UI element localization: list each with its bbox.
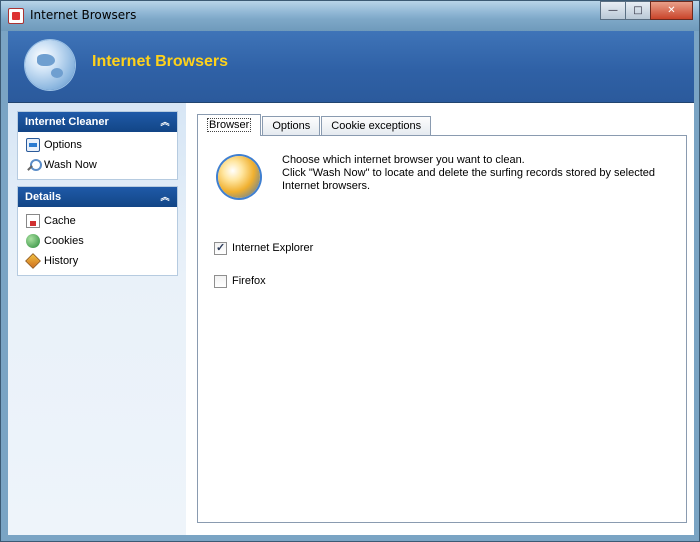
tab-options[interactable]: Options [262, 116, 321, 136]
collapse-icon[interactable]: ︽ [158, 115, 172, 129]
browser-globe-icon [218, 156, 260, 198]
checkbox-row-firefox[interactable]: Firefox [214, 273, 266, 289]
app-icon[interactable] [8, 8, 24, 24]
group-details: Details ︽ Cache Cookies History [17, 186, 178, 276]
group-header-label: Internet Cleaner [25, 116, 109, 128]
group-header-internet-cleaner[interactable]: Internet Cleaner ︽ [18, 112, 177, 132]
sidebar-item-cache[interactable]: Cache [18, 211, 177, 231]
group-internet-cleaner: Internet Cleaner ︽ Options Wash Now [17, 111, 178, 180]
description-line: Choose which internet browser you want t… [282, 154, 525, 166]
window-title: Internet Browsers [30, 8, 137, 22]
tab-browser[interactable]: Browser [197, 114, 262, 136]
app-window: Internet Browsers — □ ✕ Internet Browser… [0, 0, 700, 542]
banner-title: Internet Browsers [92, 53, 229, 70]
sidebar-item-options[interactable]: Options [18, 135, 177, 155]
window-controls: — □ ✕ [600, 1, 693, 20]
sidebar-item-cookies[interactable]: Cookies [18, 231, 177, 251]
sidebar-item-label: Wash Now [44, 159, 97, 171]
tab-label: Cookie exceptions [331, 120, 422, 132]
browser-tab-panel: Choose which internet browser you want t… [197, 135, 687, 523]
checkbox-label: Internet Explorer [232, 242, 314, 254]
globe-icon [25, 40, 75, 90]
description-line: Click "Wash Now" to locate and delete th… [282, 167, 656, 192]
options-icon [26, 138, 40, 152]
cookies-icon [26, 234, 40, 248]
magnifier-icon [26, 158, 42, 172]
group-header-label: Details [25, 191, 62, 203]
maximize-button[interactable]: □ [625, 1, 651, 20]
tab-label: Options [272, 120, 311, 132]
internet-explorer-checkbox[interactable] [214, 241, 227, 255]
tab-label: Browser [207, 118, 252, 132]
checkbox-row-internet-explorer[interactable]: Internet Explorer [214, 240, 313, 256]
checkbox-label: Firefox [232, 275, 266, 287]
main-content: Browser Options Cookie exceptions Choose… [186, 103, 694, 535]
sidebar: Internet Cleaner ︽ Options Wash Now Deta… [8, 103, 186, 535]
tab-cookie-exceptions[interactable]: Cookie exceptions [321, 116, 432, 136]
history-icon [25, 253, 41, 269]
group-header-details[interactable]: Details ︽ [18, 187, 177, 207]
cache-icon [26, 214, 40, 228]
sidebar-item-label: Cache [44, 215, 76, 227]
minimize-button[interactable]: — [600, 1, 626, 20]
collapse-icon[interactable]: ︽ [158, 190, 172, 204]
header-banner: Internet Browsers [8, 31, 694, 103]
firefox-checkbox[interactable] [214, 274, 227, 288]
sidebar-item-label: History [44, 255, 79, 267]
browser-description: Choose which internet browser you want t… [282, 154, 672, 193]
tab-strip: Browser Options Cookie exceptions [197, 114, 432, 136]
sidebar-item-label: Options [44, 139, 82, 151]
sidebar-item-history[interactable]: History [18, 251, 177, 271]
sidebar-item-label: Cookies [44, 235, 84, 247]
close-button[interactable]: ✕ [650, 1, 693, 20]
sidebar-item-wash-now[interactable]: Wash Now [18, 155, 177, 175]
title-bar[interactable]: Internet Browsers — □ ✕ [1, 1, 699, 31]
